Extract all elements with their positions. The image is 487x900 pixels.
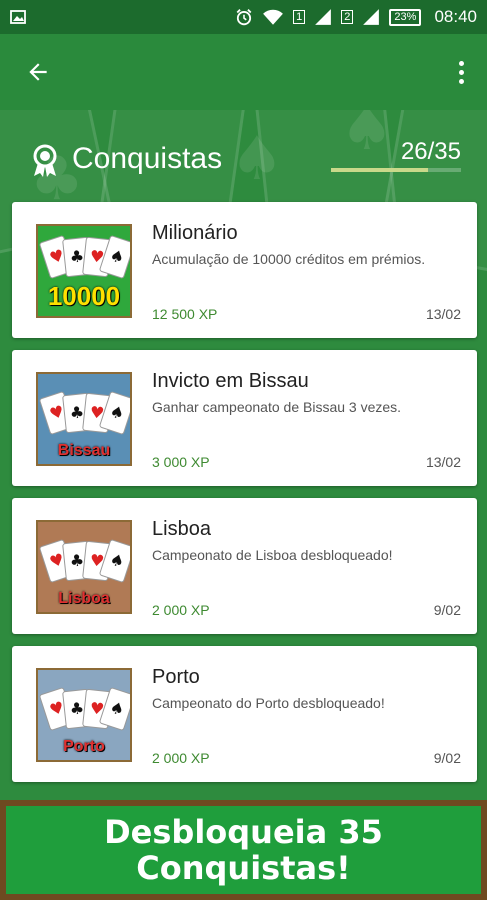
battery-indicator: 23% bbox=[389, 8, 422, 26]
achievement-name: Invicto em Bissau bbox=[152, 370, 309, 392]
achievement-xp: 2 000 XP bbox=[152, 750, 210, 766]
clock: 08:40 bbox=[434, 7, 477, 26]
achievement-xp: 12 500 XP bbox=[152, 306, 218, 322]
achievement-xp: 2 000 XP bbox=[152, 602, 210, 618]
achievement-date: 13/02 bbox=[425, 454, 461, 470]
achievement-description: Ganhar campeonato de Bissau 3 vezes. bbox=[152, 399, 402, 415]
achievement-name: Milionário bbox=[152, 222, 238, 244]
signal-icon bbox=[315, 9, 332, 25]
achievement-description: Acumulação de 10000 créditos em prémios. bbox=[152, 251, 426, 267]
page-title: Conquistas bbox=[72, 142, 223, 175]
wifi-icon bbox=[263, 9, 284, 25]
achievement-date: 13/02 bbox=[425, 306, 461, 322]
achievement-card[interactable]: ♥ ♣ ♥ ♠ 10000 Milionário Acumulação de 10000 c… bbox=[12, 202, 477, 338]
thumbnail-label: 10000 bbox=[47, 281, 121, 311]
signal-icon bbox=[363, 9, 380, 25]
progress-bar-fill bbox=[331, 168, 428, 172]
achievement-date: 9/02 bbox=[433, 750, 461, 766]
achievement-thumbnail: ♥ ♣ ♥ ♠ Lisboa bbox=[36, 520, 132, 614]
overflow-menu-button[interactable] bbox=[453, 56, 469, 88]
sim1-label: 1 bbox=[293, 10, 306, 24]
achievement-card[interactable]: ♥ ♣ ♥ ♠ Porto Porto Campeonato do Porto desblo… bbox=[12, 646, 477, 782]
achievement-thumbnail: ♥ ♣ ♥ ♠ 10000 bbox=[36, 224, 132, 318]
achievement-name: Porto bbox=[152, 666, 200, 688]
unlock-banner: Desbloqueia 35 Conquistas! bbox=[0, 800, 487, 900]
more-vert-icon bbox=[458, 60, 464, 66]
achievement-name: Lisboa bbox=[152, 518, 211, 540]
award-ribbon-icon bbox=[33, 144, 57, 177]
banner-line-1: Desbloqueia 35 bbox=[104, 813, 383, 851]
sim2-label: 2 bbox=[341, 10, 354, 24]
arrow-back-icon bbox=[29, 63, 47, 81]
back-button[interactable] bbox=[22, 56, 54, 88]
banner-content: Desbloqueia 35 Conquistas! bbox=[6, 806, 481, 894]
progress-bar bbox=[331, 168, 461, 172]
achievement-thumbnail: ♥ ♣ ♥ ♠ Bissau bbox=[36, 372, 132, 466]
achievement-xp: 3 000 XP bbox=[152, 454, 210, 470]
progress-count: 26/35 bbox=[400, 138, 461, 165]
achievements-header: Conquistas 26/35 bbox=[0, 138, 487, 186]
image-icon bbox=[10, 10, 26, 24]
thumbnail-label: Lisboa bbox=[58, 590, 110, 607]
app-bar bbox=[0, 34, 487, 110]
banner-line-2: Conquistas! bbox=[136, 849, 351, 887]
achievement-description: Campeonato do Porto desbloqueado! bbox=[152, 695, 385, 711]
achievement-card[interactable]: ♥ ♣ ♥ ♠ Lisboa Lisboa Campeonato de Lisboa des… bbox=[12, 498, 477, 634]
achievement-date: 9/02 bbox=[433, 602, 461, 618]
achievement-card[interactable]: ♥ ♣ ♥ ♠ Bissau Invicto em Bissau Ganhar campeo… bbox=[12, 350, 477, 486]
alarm-icon bbox=[236, 9, 252, 26]
achievement-list: ♥ ♣ ♥ ♠ 10000 Milionário Acumulação de 10000 c… bbox=[12, 202, 477, 794]
achievement-description: Campeonato de Lisboa desbloqueado! bbox=[152, 547, 393, 563]
thumbnail-label: Bissau bbox=[57, 442, 111, 459]
achievement-thumbnail: ♥ ♣ ♥ ♠ Porto bbox=[36, 668, 132, 762]
thumbnail-label: Porto bbox=[63, 738, 105, 755]
status-bar: 1 2 23% 08:40 bbox=[0, 0, 487, 34]
